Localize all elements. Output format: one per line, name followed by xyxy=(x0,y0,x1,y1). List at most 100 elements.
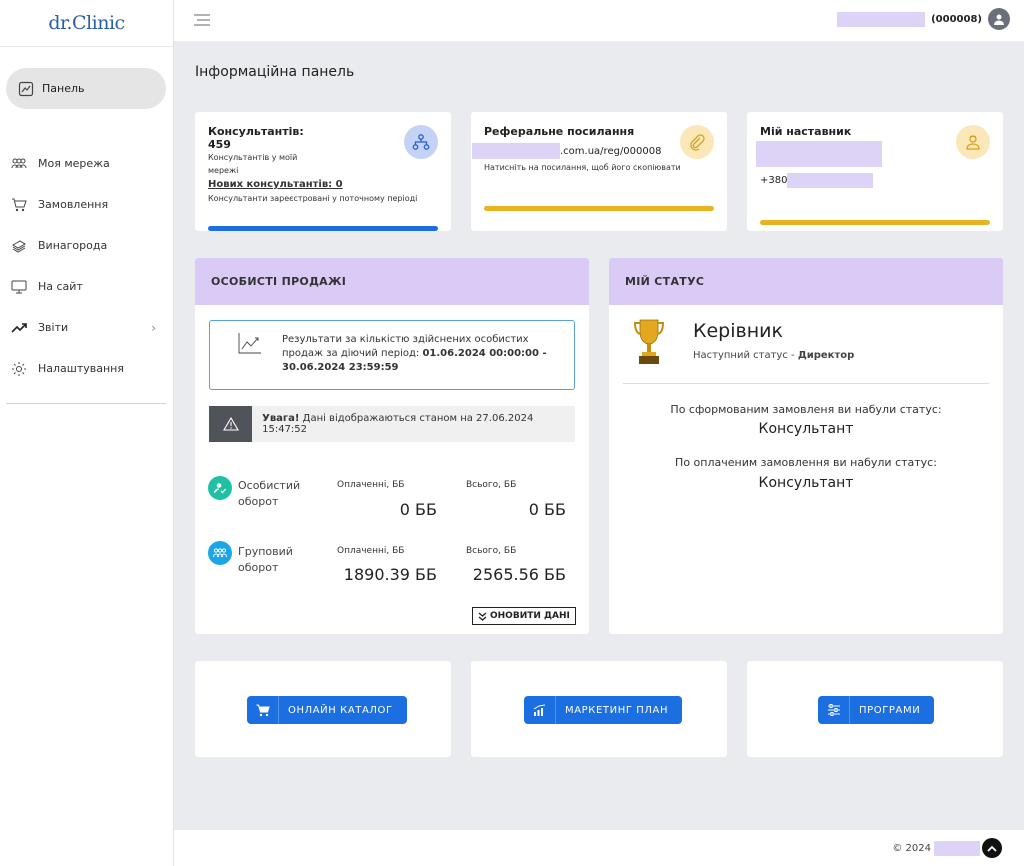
paid-status-value: Консультант xyxy=(758,475,854,491)
programs-card: ПРОГРАМИ xyxy=(747,661,1003,757)
turnover-label-line: оборот xyxy=(238,561,279,574)
money-icon xyxy=(12,239,26,253)
group-icon xyxy=(208,541,232,565)
mentor-phone: +380 xyxy=(760,173,874,188)
sidebar-item-orders[interactable]: Замовлення xyxy=(0,184,174,225)
group-paid-value: 1890.39 ББ xyxy=(343,565,437,584)
button-label: МАРКЕТИНГ ПЛАН xyxy=(565,704,669,716)
sidebar-item-site[interactable]: На сайт xyxy=(0,266,174,307)
paid-label: Оплаченні, ББ xyxy=(337,546,405,556)
referral-link[interactable]: .com.ua/reg/000008 xyxy=(472,143,661,159)
network-icon xyxy=(11,158,27,168)
sidebar-item-network[interactable]: Моя мережа xyxy=(0,143,174,184)
trophy-icon xyxy=(633,319,665,364)
hamburger-icon[interactable] xyxy=(194,14,210,29)
user-id: (000008) xyxy=(931,13,982,25)
programs-button[interactable]: ПРОГРАМИ xyxy=(818,696,935,724)
redacted-username xyxy=(837,11,926,27)
next-status-value: Директор xyxy=(797,350,855,361)
personal-paid-value: 0 ББ xyxy=(399,500,437,519)
next-status-prefix: Наступний статус - xyxy=(693,350,795,361)
personal-sales-card: ОСОБИСТІ ПРОДАЖІ Результати за кількістю… xyxy=(195,258,589,634)
formed-status-value: Консультант xyxy=(758,421,854,437)
warning-message: Дані відображаються станом на 27.06.2024… xyxy=(262,413,534,435)
sidebar-divider xyxy=(6,403,166,404)
paid-status-text: По оплаченим замовлення ви набули статус… xyxy=(675,456,937,469)
sidebar-item-panel[interactable]: Панель xyxy=(6,68,166,109)
personal-total-value: 0 ББ xyxy=(528,500,566,519)
trend-icon xyxy=(11,322,27,333)
button-label: ОНЛАЙН КАТАЛОГ xyxy=(288,704,393,716)
results-info-box: Результати за кількістю здійснених особи… xyxy=(209,320,575,390)
sidebar-item-label: Замовлення xyxy=(38,198,109,211)
gear-icon xyxy=(12,361,26,376)
copyright-text: © 2024 xyxy=(892,843,931,854)
status-divider xyxy=(623,383,989,384)
logo[interactable]: dr.Clinic xyxy=(0,0,173,47)
catalog-card: ОНЛАЙН КАТАЛОГ xyxy=(195,661,451,757)
sidebar-item-settings[interactable]: Налаштування xyxy=(0,348,174,389)
refresh-data-button[interactable]: ОНОВИТИ ДАНІ xyxy=(472,607,576,625)
warning-text: Увага! Дані відображаються станом на 27.… xyxy=(252,413,575,435)
refresh-label: ОНОВИТИ ДАНІ xyxy=(490,611,570,621)
formed-status-text: По сформованим замовленя ви набули стату… xyxy=(670,403,942,416)
consultants-card: Консультантів: 459 Консультантів у моїй … xyxy=(195,112,451,231)
paperclip-icon xyxy=(680,125,714,159)
mentor-card: Мій наставник +380 xyxy=(747,112,1003,231)
dashboard-icon xyxy=(18,81,34,96)
logo-text: dr.Clinic xyxy=(48,12,125,34)
scroll-top-button[interactable] xyxy=(982,838,1002,858)
topbar: (000008) xyxy=(174,0,1024,41)
mentor-icon xyxy=(956,125,990,159)
cart-icon xyxy=(12,198,27,211)
online-catalog-button[interactable]: ОНЛАЙН КАТАЛОГ xyxy=(247,696,407,724)
referral-hint: Натисніть на посилання, щоб його скопіюв… xyxy=(484,163,681,172)
marketing-card: МАРКЕТИНГ ПЛАН xyxy=(471,661,727,757)
sidebar-item-rewards[interactable]: Винагорода xyxy=(0,225,174,266)
mentor-title: Мій наставник xyxy=(760,125,852,138)
redacted-company xyxy=(934,841,980,856)
sidebar-item-label: Винагорода xyxy=(38,239,108,252)
results-text: Результати за кількістю здійснених особи… xyxy=(282,333,562,375)
chevron-up-icon xyxy=(987,845,997,852)
avatar-icon[interactable] xyxy=(988,8,1010,30)
consultants-note: Консультантів у моїй xyxy=(208,153,298,162)
personal-turnover-label: Особистий оборот xyxy=(238,478,300,510)
current-status: Керівник xyxy=(693,320,783,342)
sidebar-item-reports[interactable]: Звіти › xyxy=(0,307,174,348)
double-chevron-down-icon xyxy=(478,612,487,621)
paid-label: Оплаченні, ББ xyxy=(337,480,405,490)
warning-icon xyxy=(209,406,253,442)
next-status: Наступний статус - Директор xyxy=(693,350,854,361)
referral-link-text: .com.ua/reg/000008 xyxy=(560,145,662,157)
consultants-progress-bar xyxy=(208,226,438,231)
referral-title: Реферальне посилання xyxy=(484,125,635,138)
status-heading: МІЙ СТАТУС xyxy=(609,258,1003,305)
status-card: МІЙ СТАТУС Керівник Наступний статус - Д… xyxy=(609,258,1003,634)
sidebar: dr.Clinic Панель Моя мережа Замовлення В… xyxy=(0,0,174,866)
network-tree-icon xyxy=(404,125,438,159)
cart-icon xyxy=(247,696,279,724)
redacted-domain xyxy=(472,143,560,159)
redacted-phone xyxy=(787,173,874,188)
consultants-title: Консультантів: xyxy=(208,125,304,138)
total-label: Всього, ББ xyxy=(466,480,517,490)
sidebar-item-label: Звіти xyxy=(38,321,69,334)
personal-sales-heading: ОСОБИСТІ ПРОДАЖІ xyxy=(195,258,589,305)
copyright: © 2024 xyxy=(892,841,980,856)
consultants-count: 459 xyxy=(208,138,231,151)
sidebar-item-label: Налаштування xyxy=(38,362,124,375)
user-check-icon xyxy=(208,476,232,500)
total-label: Всього, ББ xyxy=(466,546,517,556)
warning-banner: Увага! Дані відображаються станом на 27.… xyxy=(209,406,575,442)
referral-card: Реферальне посилання .com.ua/reg/000008 … xyxy=(471,112,727,231)
marketing-plan-button[interactable]: МАРКЕТИНГ ПЛАН xyxy=(524,696,683,724)
group-turnover-label: Груповий оборот xyxy=(238,544,293,576)
chevron-right-icon: › xyxy=(151,320,156,335)
user-menu[interactable]: (000008) xyxy=(837,8,1010,30)
turnover-label-line: Груповий xyxy=(238,545,293,558)
sidebar-menu: Моя мережа Замовлення Винагорода На сайт… xyxy=(0,143,174,389)
new-consultants-link[interactable]: Нових консультантів: 0 xyxy=(208,179,417,190)
sidebar-item-label: На сайт xyxy=(38,280,83,293)
turnover-label-line: Особистий xyxy=(238,479,301,492)
